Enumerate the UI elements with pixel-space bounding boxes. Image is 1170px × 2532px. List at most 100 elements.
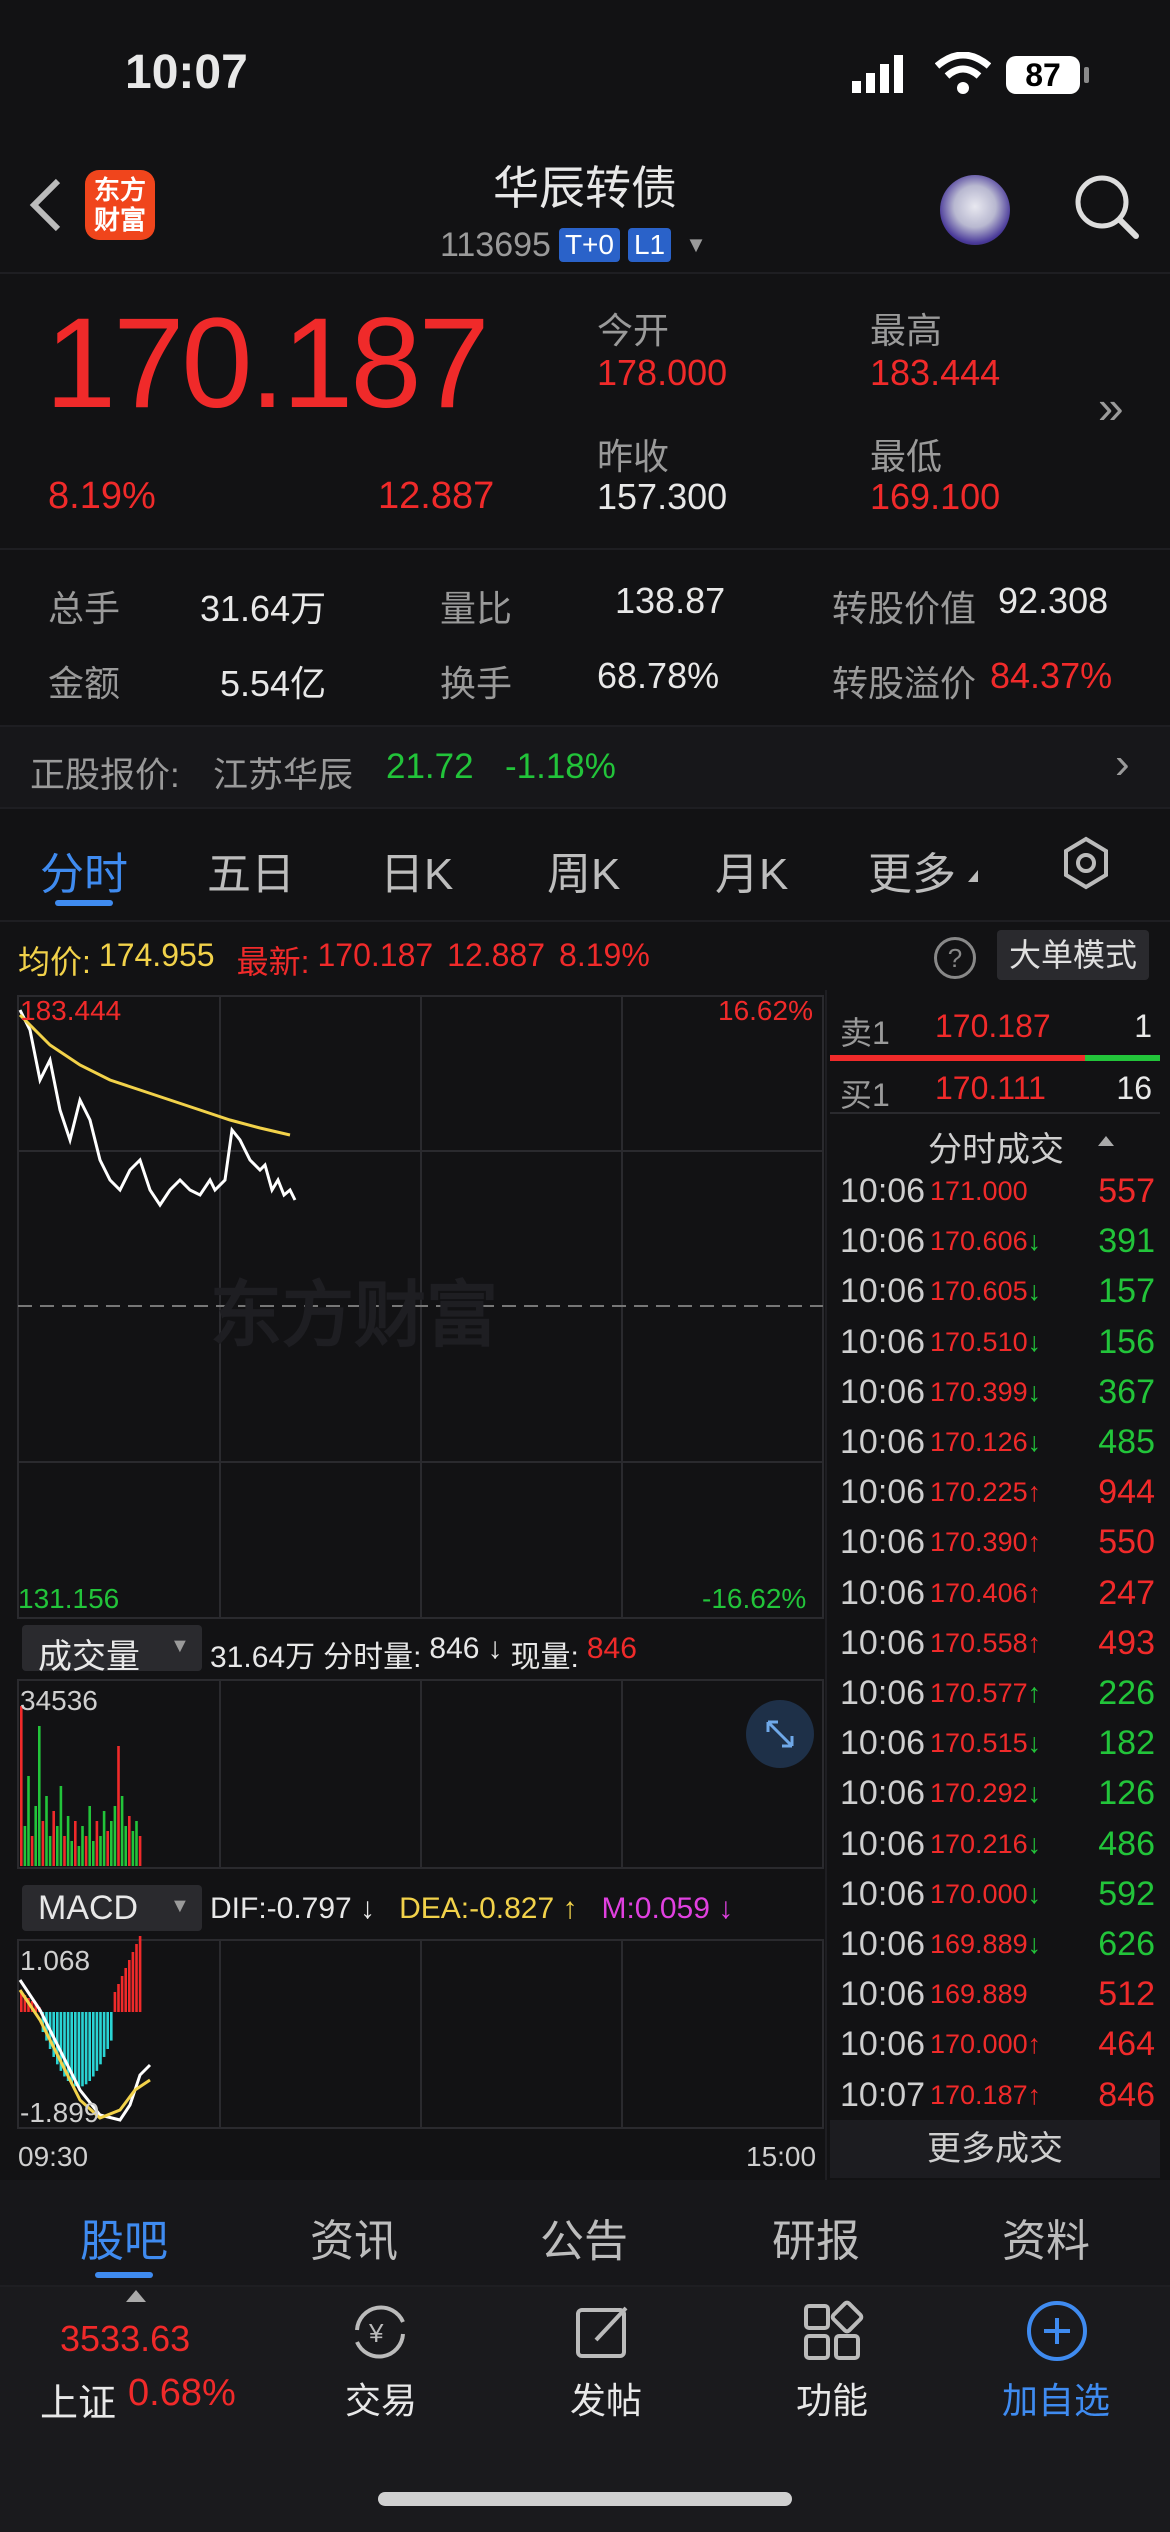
functions-icon[interactable] <box>800 2300 864 2369</box>
tab-guba[interactable]: 股吧 <box>80 2205 168 2269</box>
help-icon[interactable]: ? <box>934 937 976 979</box>
tab-intraday[interactable]: 分时 <box>40 838 128 902</box>
macd-selector-label: MACD <box>38 1889 139 1927</box>
signal-icon <box>852 55 904 100</box>
trade-time: 10:06 <box>840 1523 926 1562</box>
trade-direction-arrow: ↓ <box>1027 1728 1042 1759</box>
trade-direction-arrow: ↑ <box>1027 1577 1042 1608</box>
settings-icon[interactable] <box>1058 835 1114 896</box>
volume-indicator-selector[interactable]: 成交量 ▼ <box>22 1625 202 1676</box>
underlying-row[interactable]: 正股报价: 江苏华辰 21.72 -1.18% › <box>0 727 1170 807</box>
large-order-mode-button[interactable]: 大单模式 <box>997 930 1149 980</box>
trade-time: 10:06 <box>840 1925 926 1963</box>
latest-percent: 8.19% <box>559 937 650 973</box>
macd-bar <box>102 2012 106 2057</box>
index-value[interactable]: 3533.63 <box>60 2318 190 2360</box>
trade-row: 10:06 170.606↓ 391 <box>840 1222 1155 1272</box>
search-icon[interactable] <box>1072 172 1142 247</box>
add-watch-label[interactable]: 加自选 <box>1002 2372 1110 2424</box>
volume-period-value: 846 <box>429 1632 480 1665</box>
macd-bar <box>128 1960 131 2012</box>
trade-row: 10:06 170.000↓ 592 <box>840 1875 1155 1925</box>
sell1-volume: 1 <box>1134 1008 1152 1044</box>
home-indicator[interactable] <box>378 2492 792 2506</box>
latest-change: 12.887 <box>447 937 546 973</box>
macd-bar <box>113 1992 117 2012</box>
volume-bar <box>102 1811 106 1866</box>
tab-more[interactable]: 更多 <box>868 838 956 902</box>
volume-bars <box>20 1706 142 1866</box>
trade-volume: 592 <box>1098 1874 1155 1913</box>
tab-monthly-k[interactable]: 月K <box>715 838 788 902</box>
trade-price-value: 170.605 <box>930 1276 1028 1307</box>
trade-price: 170.225↑ <box>930 1477 1041 1508</box>
volume-bar <box>20 1706 23 1866</box>
badge-l1: L1 <box>627 228 672 262</box>
battery-level: 87 <box>1025 57 1061 93</box>
trade-direction-arrow: ↑ <box>1027 1527 1042 1558</box>
trade-row: 10:06 170.000↑ 464 <box>840 2025 1155 2075</box>
tab-profile[interactable]: 资料 <box>1002 2205 1090 2269</box>
post-icon[interactable] <box>572 2300 636 2369</box>
trades-title[interactable]: 分时成交 <box>928 1122 1064 1171</box>
trade-icon[interactable]: ¥ <box>345 2300 415 2369</box>
trade-row: 10:06 170.577↑ 226 <box>840 1674 1155 1724</box>
pct-max-label: 16.62% <box>718 995 813 1026</box>
dropdown-icon[interactable]: ▼ <box>685 232 707 258</box>
volume-bar <box>81 1826 84 1866</box>
macd-bar <box>131 1952 135 2012</box>
trade-time: 10:06 <box>840 1824 926 1863</box>
trade-price: 170.126↓ <box>930 1427 1041 1458</box>
tab-weekly-k[interactable]: 周K <box>547 838 620 902</box>
functions-label[interactable]: 功能 <box>796 2372 868 2424</box>
tab-announcements[interactable]: 公告 <box>540 2205 628 2269</box>
trade-label[interactable]: 交易 <box>345 2372 417 2424</box>
macd-indicator-selector[interactable]: MACD ▼ <box>22 1885 202 1931</box>
tab-five-day[interactable]: 五日 <box>207 838 295 902</box>
trade-time: 10:06 <box>840 1372 926 1411</box>
m-value: M:0.059 ↓ <box>601 1892 734 1925</box>
volume-bar <box>34 1806 37 1866</box>
trade-time: 10:06 <box>840 2025 926 2064</box>
code-line[interactable]: 113695 T+0 L1 ▼ <box>440 224 707 266</box>
trade-volume: 126 <box>1098 1774 1155 1813</box>
volume-bar <box>84 1836 88 1866</box>
trade-row: 10:06 170.406↑ 247 <box>840 1574 1155 1624</box>
fullscreen-icon[interactable] <box>746 1700 814 1768</box>
add-watch-icon[interactable] <box>1024 2298 1090 2369</box>
more-trades-button[interactable]: 更多成交 <box>830 2120 1160 2178</box>
index-expand-caret-icon[interactable] <box>126 2290 146 2302</box>
tab-news[interactable]: 资讯 <box>310 2205 398 2269</box>
avg-label: 均价: <box>18 944 91 980</box>
index-line[interactable]: 上证 0.68% <box>40 2372 236 2427</box>
trade-volume: 485 <box>1098 1423 1155 1461</box>
trade-time: 10:06 <box>840 1222 926 1261</box>
volume-bar <box>74 1821 77 1866</box>
sort-caret-icon[interactable] <box>1098 1136 1114 1146</box>
volume-bar <box>63 1836 66 1866</box>
volume-bar <box>38 1726 41 1866</box>
trade-price-value: 170.515 <box>930 1728 1028 1759</box>
index-percent: 0.68% <box>128 2372 236 2414</box>
pct-min-label: -16.62% <box>702 1583 806 1614</box>
time-start-label: 09:30 <box>18 2141 88 2172</box>
robot-assistant-icon[interactable] <box>940 175 1010 245</box>
tab-daily-k[interactable]: 日K <box>380 838 453 902</box>
trade-price: 170.406↑ <box>930 1578 1041 1609</box>
trade-price: 171.000 <box>930 1176 1028 1207</box>
trade-volume: 367 <box>1098 1372 1155 1411</box>
volume-bar <box>48 1836 52 1866</box>
premium-label: 转股溢价 <box>832 663 977 704</box>
macd-bar <box>106 2012 109 2049</box>
intraday-chart[interactable]: 东方财富 183.444 16.62% 131.156 -16.62% 3453… <box>0 990 830 2180</box>
trade-row: 10:06 170.399↓ 367 <box>840 1373 1155 1423</box>
volume-bar <box>27 1776 30 1866</box>
trade-volume: 493 <box>1098 1623 1155 1662</box>
bottom-tab-indicator <box>95 2272 153 2278</box>
trade-time: 10:06 <box>840 1623 926 1662</box>
post-label[interactable]: 发帖 <box>570 2372 642 2424</box>
dif-value: DIF:-0.797 ↓ <box>210 1892 376 1925</box>
tab-research[interactable]: 研报 <box>772 2205 860 2269</box>
expand-quote-icon[interactable]: » <box>1098 380 1124 434</box>
trade-time: 10:06 <box>840 1724 926 1763</box>
